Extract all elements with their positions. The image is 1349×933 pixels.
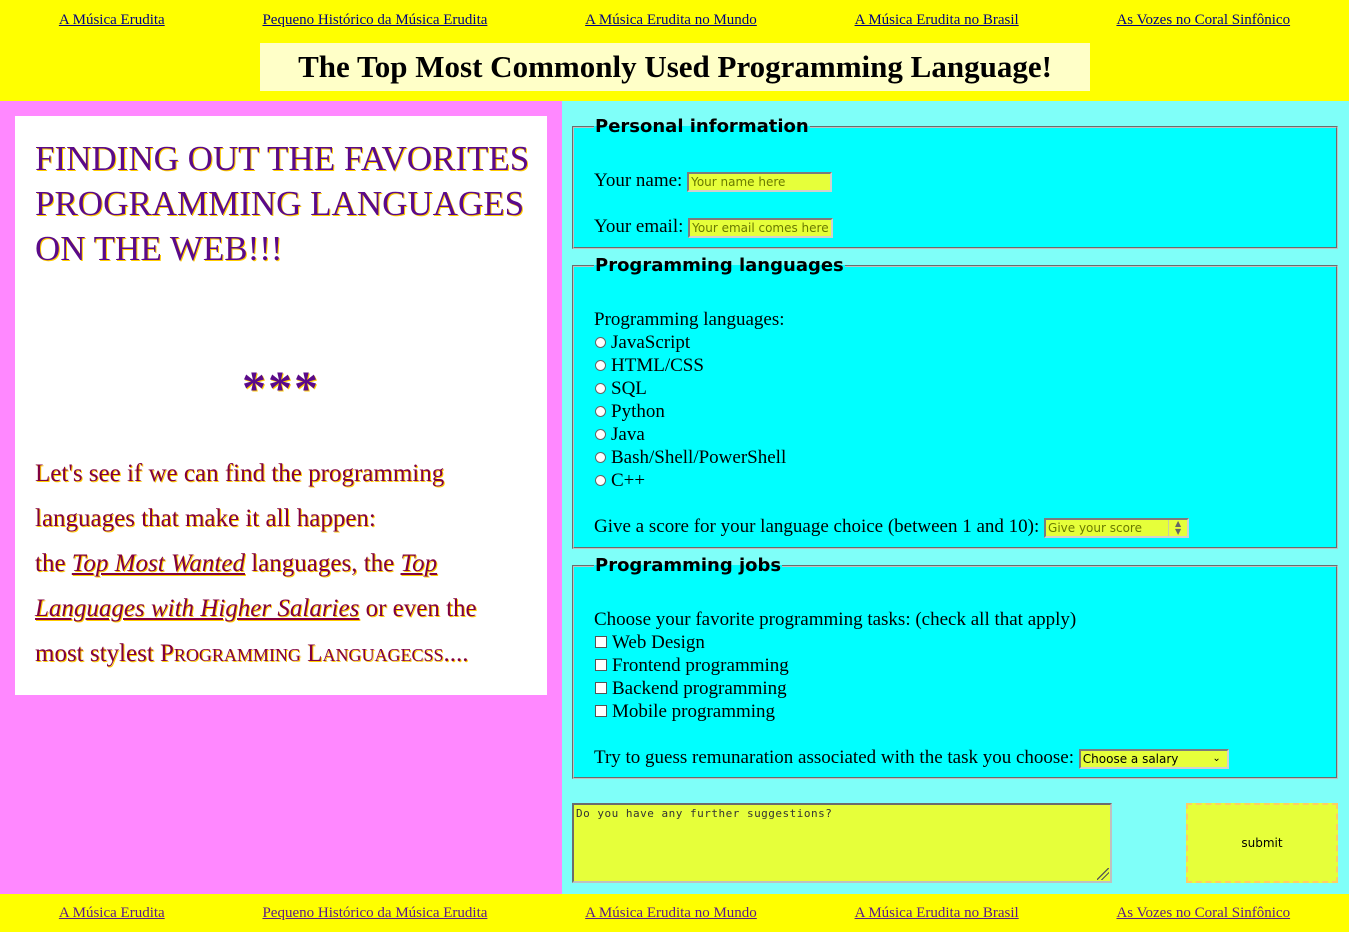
languages-legend: Programming languages [595, 255, 844, 276]
headline: FINDING OUT THE FAVORITES PROGRAMMING LA… [35, 139, 530, 268]
radio-label: Java [611, 424, 645, 445]
page-title: The Top Most Commonly Used Programming L… [260, 43, 1090, 91]
left-column: FINDING OUT THE FAVORITES PROGRAMMING LA… [0, 101, 562, 894]
link-top-most-wanted[interactable]: Top Most Wanted [72, 550, 245, 577]
radio-button[interactable] [595, 474, 606, 486]
intro-text: Let's see if we can find the programming… [35, 451, 515, 676]
nav-link-mundo[interactable]: A Música Erudita no Mundo [585, 12, 757, 29]
radio-label: HTML/CSS [611, 355, 704, 376]
score-row: Give a score for your language choice (b… [594, 516, 1190, 538]
score-input[interactable]: Give your score ▲ ▼ [1044, 517, 1190, 538]
checkbox-label: Backend programming [612, 678, 787, 699]
resize-grip-icon[interactable] [1097, 868, 1109, 880]
survey-form: Personal information Your name: Your nam… [562, 101, 1349, 894]
salary-selected: Choose a salary [1082, 751, 1179, 766]
checkbox-label: Frontend programming [612, 655, 789, 676]
nav-link-brasil[interactable]: A Música Erudita no Brasil [855, 12, 1019, 29]
checkbox-frontend[interactable]: Frontend programming [594, 655, 789, 677]
checkbox-label: Mobile programming [612, 701, 776, 722]
intro-card: FINDING OUT THE FAVORITES PROGRAMMING LA… [15, 116, 547, 695]
email-label: Your email: [594, 216, 684, 237]
submit-button[interactable]: submit [1186, 803, 1338, 883]
intro-ellipsis: .... [443, 640, 469, 667]
radio-button[interactable] [595, 405, 606, 417]
radio-label: JavaScript [611, 332, 691, 353]
footer-link-musica-erudita[interactable]: A Música Erudita [59, 905, 165, 922]
checkbox-label: Web Design [612, 632, 705, 653]
chevron-down-icon: ⌄ [1212, 752, 1221, 764]
nav-link-historico[interactable]: Pequeno Histórico da Música Erudita [262, 12, 487, 29]
radio-label: C++ [611, 470, 646, 491]
radio-bash[interactable]: Bash/Shell/PowerShell [594, 447, 786, 469]
email-row: Your email: Your email comes here [594, 216, 834, 238]
footer-link-historico[interactable]: Pequeno Histórico da Música Erudita [262, 905, 487, 922]
checkbox-backend[interactable]: Backend programming [594, 678, 787, 700]
radio-button[interactable] [595, 336, 606, 348]
personal-info-fieldset: Personal information Your name: Your nam… [572, 116, 1338, 249]
intro-languages-the: languages, the [251, 550, 395, 577]
radio-label: Bash/Shell/PowerShell [611, 447, 787, 468]
stars-divider: *** [242, 362, 320, 415]
radio-button[interactable] [595, 382, 606, 394]
footer-link-mundo[interactable]: A Música Erudita no Mundo [585, 905, 757, 922]
radio-button[interactable] [595, 428, 606, 440]
checkbox[interactable] [595, 659, 607, 672]
radio-button[interactable] [595, 451, 606, 463]
personal-info-legend: Personal information [595, 116, 809, 137]
suggestions-placeholder: Do you have any further suggestions? [576, 807, 833, 820]
checkbox[interactable] [595, 682, 607, 695]
radio-label: SQL [611, 378, 647, 399]
nav-link-vozes[interactable]: As Vozes no Coral Sinfônico [1116, 12, 1290, 29]
email-input[interactable]: Your email comes here [688, 217, 834, 238]
radio-javascript[interactable]: JavaScript [594, 332, 690, 354]
languages-fieldset: Programming languages Programming langua… [572, 255, 1338, 549]
jobs-fieldset: Programming jobs Choose your favorite pr… [572, 555, 1338, 779]
radio-cpp[interactable]: C++ [594, 470, 645, 492]
bottom-navigation: A Música Erudita Pequeno Histórico da Mú… [0, 894, 1349, 932]
radio-python[interactable]: Python [594, 401, 665, 423]
intro-the: the [35, 550, 66, 577]
bottom-nav-links: A Música Erudita Pequeno Histórico da Mú… [0, 893, 1349, 933]
radio-label: Python [611, 401, 665, 422]
radio-html-css[interactable]: HTML/CSS [594, 355, 704, 377]
intro-sentence: Let's see if we can find the programming… [35, 460, 445, 532]
footer-link-vozes[interactable]: As Vozes no Coral Sinfônico [1116, 905, 1290, 922]
name-input[interactable]: Your name here [687, 171, 833, 192]
score-label: Give a score for your language choice (b… [594, 516, 1040, 537]
checkbox-mobile[interactable]: Mobile programming [594, 701, 775, 723]
spinner-arrows-icon[interactable]: ▲ ▼ [1168, 519, 1188, 536]
jobs-legend: Programming jobs [595, 555, 782, 576]
top-nav-links: A Música Erudita Pequeno Histórico da Mú… [0, 0, 1349, 40]
radio-sql[interactable]: SQL [594, 378, 647, 400]
radio-button[interactable] [595, 359, 606, 371]
footer-link-brasil[interactable]: A Música Erudita no Brasil [855, 905, 1019, 922]
salary-label: Try to guess remunaration associated wit… [594, 747, 1075, 768]
score-placeholder: Give your score [1048, 520, 1142, 535]
salary-row: Try to guess remunaration associated wit… [594, 747, 1229, 769]
salary-select[interactable]: Choose a salary ⌄ [1078, 748, 1229, 769]
checkbox-web-design[interactable]: Web Design [594, 632, 705, 654]
radio-java[interactable]: Java [594, 424, 645, 446]
name-row: Your name: Your name here [594, 170, 833, 192]
checkbox[interactable] [595, 636, 607, 649]
intro-smallcaps: Programming Languagecss [160, 640, 444, 667]
tasks-label: Choose your favorite programming tasks: … [594, 609, 1077, 630]
suggestions-textarea[interactable]: Do you have any further suggestions? [572, 803, 1112, 883]
languages-label: Programming languages: [594, 309, 785, 330]
checkbox[interactable] [595, 705, 607, 718]
name-label: Your name: [594, 170, 683, 191]
nav-link-musica-erudita[interactable]: A Música Erudita [59, 12, 165, 29]
top-navigation: A Música Erudita Pequeno Histórico da Mú… [0, 0, 1349, 101]
